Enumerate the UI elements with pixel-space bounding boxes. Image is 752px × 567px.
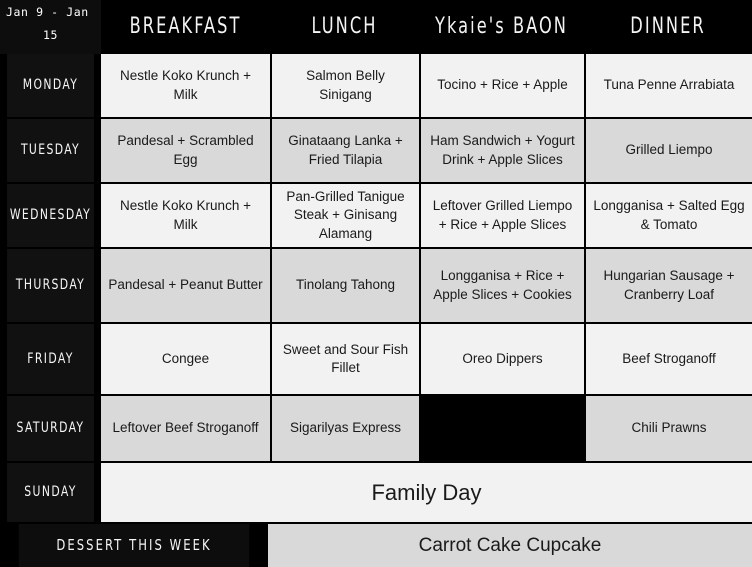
column-header-lunch: LUNCH <box>283 0 406 54</box>
column-header-breakfast: BREAKFAST <box>116 0 255 54</box>
dessert-label: DESSERT THIS WEEK <box>18 522 250 567</box>
date-range-line-2: 15 <box>42 28 59 42</box>
meal-cell-monday-dinner: Tuna Penne Arrabiata <box>584 54 752 117</box>
table-row: MONDAY Nestle Koko Krunch + Milk Salmon … <box>0 54 752 117</box>
dessert-row: DESSERT THIS WEEK Carrot Cake Cupcake <box>0 522 752 567</box>
day-label-thursday: THURSDAY <box>7 247 94 322</box>
meal-cell-monday-lunch: Salmon Belly Sinigang <box>270 54 419 117</box>
table-row: WEDNESDAY Nestle Koko Krunch + Milk Pan-… <box>0 182 752 247</box>
meal-cell-saturday-lunch: Sigarilyas Express <box>270 394 419 461</box>
table-row: TUESDAY Pandesal + Scrambled Egg Ginataa… <box>0 117 752 182</box>
meal-cell-tuesday-dinner: Grilled Liempo <box>584 117 752 182</box>
meal-cell-friday-lunch: Sweet and Sour Fish Fillet <box>270 322 419 394</box>
meal-cell-wednesday-breakfast: Nestle Koko Krunch + Milk <box>101 182 270 247</box>
meal-cell-tuesday-baon: Ham Sandwich + Yogurt Drink + Apple Slic… <box>419 117 584 182</box>
meal-cell-wednesday-baon: Leftover Grilled Liempo + Rice + Apple S… <box>419 182 584 247</box>
meal-cell-monday-baon: Tocino + Rice + Apple <box>419 54 584 117</box>
meal-planner-table: Jan 9 - Jan 15 BREAKFAST LUNCH Ykaie's B… <box>0 0 752 567</box>
meal-cell-saturday-breakfast: Leftover Beef Stroganoff <box>101 394 270 461</box>
day-label-friday: FRIDAY <box>7 322 94 394</box>
date-range-title: Jan 9 - Jan 15 <box>0 0 101 54</box>
meal-cell-wednesday-lunch: Pan-Grilled Tanigue Steak + Ginisang Ala… <box>270 182 419 247</box>
day-label-saturday: SATURDAY <box>7 394 94 461</box>
meal-cell-friday-baon: Oreo Dippers <box>419 322 584 394</box>
meal-cell-tuesday-breakfast: Pandesal + Scrambled Egg <box>101 117 270 182</box>
table-row: THURSDAY Pandesal + Peanut Butter Tinola… <box>0 247 752 322</box>
meal-cell-monday-breakfast: Nestle Koko Krunch + Milk <box>101 54 270 117</box>
meal-cell-thursday-baon: Longganisa + Rice + Apple Slices + Cooki… <box>419 247 584 322</box>
day-label-wednesday: WEDNESDAY <box>7 182 94 247</box>
meal-cell-wednesday-dinner: Longganisa + Salted Egg & Tomato <box>584 182 752 247</box>
table-row: FRIDAY Congee Sweet and Sour Fish Fillet… <box>0 322 752 394</box>
meal-cell-saturday-dinner: Chili Prawns <box>584 394 752 461</box>
meal-cell-friday-dinner: Beef Stroganoff <box>584 322 752 394</box>
meal-cell-saturday-baon <box>419 394 584 461</box>
day-label-monday: MONDAY <box>7 54 94 117</box>
meal-cell-thursday-dinner: Hungarian Sausage + Cranberry Loaf <box>584 247 752 322</box>
table-header-row: Jan 9 - Jan 15 BREAKFAST LUNCH Ykaie's B… <box>0 0 752 54</box>
column-header-baon: Ykaie's BAON <box>433 0 570 54</box>
meal-cell-tuesday-lunch: Ginataang Lanka + Fried Tilapia <box>270 117 419 182</box>
dessert-value: Carrot Cake Cupcake <box>268 522 752 567</box>
day-label-sunday: SUNDAY <box>7 461 94 522</box>
family-day-note: Family Day <box>101 461 752 522</box>
day-label-tuesday: TUESDAY <box>7 117 94 182</box>
table-row: SATURDAY Leftover Beef Stroganoff Sigari… <box>0 394 752 461</box>
meal-cell-thursday-lunch: Tinolang Tahong <box>270 247 419 322</box>
meal-cell-thursday-breakfast: Pandesal + Peanut Butter <box>101 247 270 322</box>
date-range-line-1: Jan 9 - Jan <box>6 5 89 19</box>
table-row-sunday: SUNDAY Family Day <box>0 461 752 522</box>
meal-cell-friday-breakfast: Congee <box>101 322 270 394</box>
column-header-dinner: DINNER <box>599 0 737 54</box>
